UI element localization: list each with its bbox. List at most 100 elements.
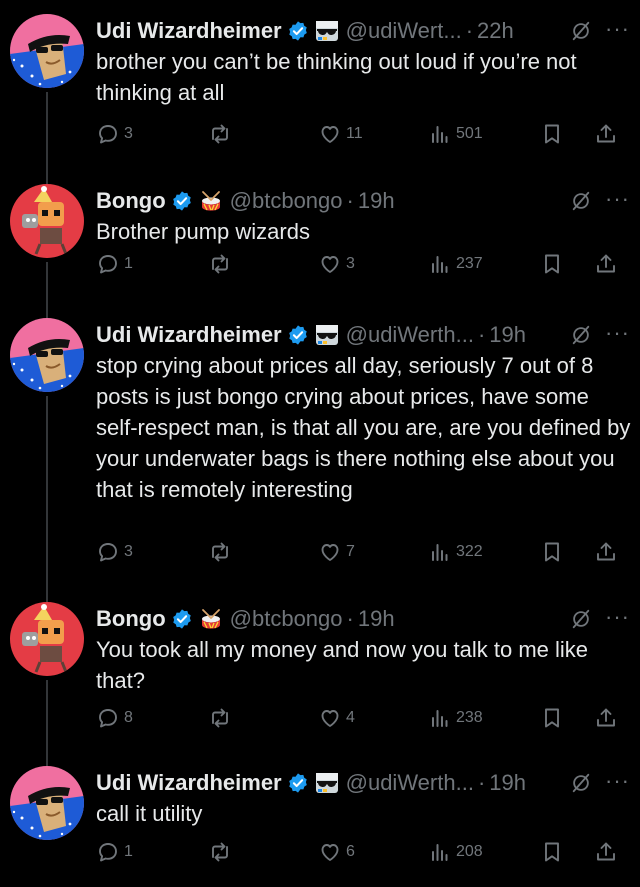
grok-icon[interactable] (570, 772, 592, 794)
share-button[interactable] (594, 252, 618, 276)
reply-button[interactable]: 1 (96, 252, 133, 276)
like-button[interactable]: 3 (318, 252, 355, 276)
views-icon (428, 122, 452, 146)
reply-button[interactable]: 3 (96, 540, 133, 564)
like-button[interactable]: 7 (318, 540, 355, 564)
verified-badge-icon (287, 772, 309, 794)
views-button[interactable]: 208 (428, 840, 483, 864)
bookmark-button[interactable] (540, 706, 564, 730)
avatar[interactable] (10, 766, 84, 840)
views-count: 501 (456, 125, 483, 142)
views-count: 237 (456, 255, 483, 272)
timestamp[interactable]: 19h (358, 188, 395, 214)
tweet-actions: 8 4 238 (96, 706, 630, 736)
reply-icon (96, 540, 120, 564)
views-button[interactable]: 237 (428, 252, 483, 276)
tweet-text: You took all my money and now you talk t… (96, 637, 589, 693)
views-count: 238 (456, 709, 483, 726)
author-handle[interactable]: @btcbongo (230, 188, 343, 214)
tweet-header: Udi Wizardheimer @udiWerth... · 19h (96, 318, 526, 352)
grok-icon[interactable] (570, 608, 592, 630)
bookmark-icon (540, 540, 564, 564)
like-icon (318, 706, 342, 730)
more-icon[interactable]: ··· (605, 16, 630, 42)
like-count: 7 (346, 543, 355, 560)
author-handle[interactable]: @udiWerth... (346, 322, 474, 348)
author-handle[interactable]: @udiWerth... (346, 770, 474, 796)
grok-icon[interactable] (570, 190, 592, 212)
author-name[interactable]: Bongo (96, 606, 166, 632)
like-icon (318, 540, 342, 564)
sunglasses-flag-emoji-icon (314, 324, 340, 346)
thread-line (46, 92, 48, 184)
author-handle[interactable]: @udiWert... (346, 18, 462, 44)
share-button[interactable] (594, 840, 618, 864)
more-icon[interactable]: ··· (605, 320, 630, 346)
repost-button[interactable] (208, 540, 236, 564)
timestamp[interactable]: 22h (477, 18, 514, 44)
bookmark-button[interactable] (540, 122, 564, 146)
reply-count: 1 (124, 255, 133, 272)
avatar[interactable] (10, 602, 84, 676)
like-button[interactable]: 6 (318, 840, 355, 864)
separator: · (477, 770, 486, 795)
share-button[interactable] (594, 540, 618, 564)
avatar[interactable] (10, 318, 84, 392)
verified-badge-icon (287, 324, 309, 346)
tweet-header: Udi Wizardheimer @udiWerth... · 19h (96, 766, 526, 800)
reply-button[interactable]: 8 (96, 706, 133, 730)
more-icon[interactable]: ··· (605, 604, 630, 630)
thread-line (46, 262, 48, 318)
repost-button[interactable] (208, 840, 236, 864)
tweet-actions: 3 11 501 (96, 122, 630, 152)
views-button[interactable]: 238 (428, 706, 483, 730)
timestamp[interactable]: 19h (489, 322, 526, 348)
more-icon[interactable]: ··· (605, 186, 630, 212)
author-name[interactable]: Udi Wizardheimer (96, 322, 282, 348)
share-icon (594, 122, 618, 146)
grok-icon[interactable] (570, 20, 592, 42)
reply-icon (96, 122, 120, 146)
drum-emoji-icon (198, 608, 224, 630)
like-icon (318, 122, 342, 146)
tweet-header: Bongo @btcbongo · 19h (96, 602, 395, 636)
share-icon (594, 540, 618, 564)
repost-button[interactable] (208, 706, 236, 730)
avatar[interactable] (10, 184, 84, 258)
timestamp[interactable]: 19h (358, 606, 395, 632)
reply-button[interactable]: 1 (96, 840, 133, 864)
like-icon (318, 840, 342, 864)
author-name[interactable]: Udi Wizardheimer (96, 18, 282, 44)
share-button[interactable] (594, 122, 618, 146)
author-name[interactable]: Bongo (96, 188, 166, 214)
views-icon (428, 840, 452, 864)
like-button[interactable]: 4 (318, 706, 355, 730)
timestamp[interactable]: 19h (489, 770, 526, 796)
like-count: 6 (346, 843, 355, 860)
reply-button[interactable]: 3 (96, 122, 133, 146)
bookmark-icon (540, 122, 564, 146)
more-icon[interactable]: ··· (605, 768, 630, 794)
tweet-header: Bongo @btcbongo · 19h (96, 184, 395, 218)
share-button[interactable] (594, 706, 618, 730)
bookmark-icon (540, 252, 564, 276)
repost-icon (208, 706, 232, 730)
tweet-actions: 1 6 208 (96, 840, 630, 870)
author-name[interactable]: Udi Wizardheimer (96, 770, 282, 796)
repost-button[interactable] (208, 252, 236, 276)
views-count: 208 (456, 843, 483, 860)
avatar[interactable] (10, 14, 84, 88)
author-handle[interactable]: @btcbongo (230, 606, 343, 632)
reply-icon (96, 840, 120, 864)
bookmark-button[interactable] (540, 840, 564, 864)
bookmark-button[interactable] (540, 540, 564, 564)
grok-icon[interactable] (570, 324, 592, 346)
views-button[interactable]: 501 (428, 122, 483, 146)
bookmark-button[interactable] (540, 252, 564, 276)
like-button[interactable]: 11 (318, 122, 363, 146)
views-button[interactable]: 322 (428, 540, 483, 564)
repost-button[interactable] (208, 122, 236, 146)
tweet-text: Brother pump wizards (96, 219, 310, 244)
reply-icon (96, 252, 120, 276)
reply-count: 8 (124, 709, 133, 726)
